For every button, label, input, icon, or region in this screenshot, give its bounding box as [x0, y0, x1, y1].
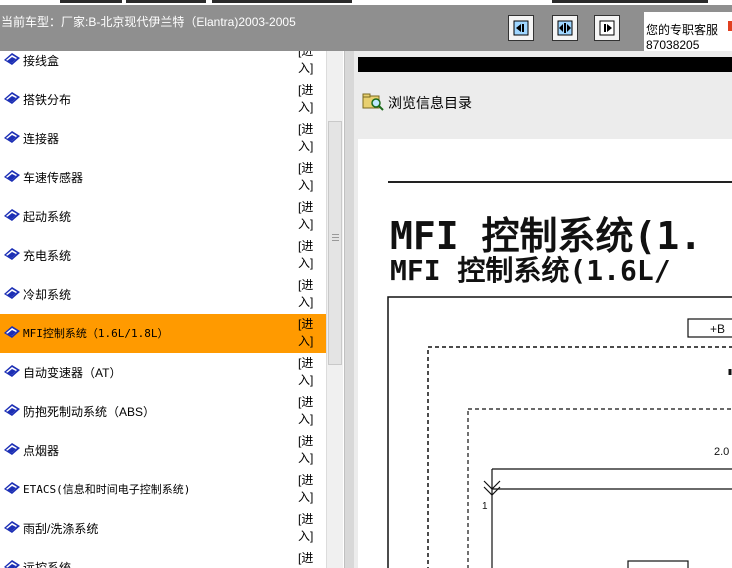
diamond-book-icon — [4, 131, 20, 143]
document-top-rule — [388, 181, 732, 183]
list-item[interactable]: ETACS(信息和时间电子控制系统) [进入] — [0, 470, 326, 509]
list-item[interactable]: MFI控制系统（1.6L/1.8L） [进入] — [0, 314, 326, 353]
list-item-label: 车速传感器 — [23, 171, 84, 185]
list-item-label: 远控系统 — [23, 561, 72, 568]
top-tab-segment — [126, 0, 206, 3]
list-item-label: 自动变速器（AT） — [23, 366, 122, 380]
enter-link[interactable]: [进入] — [298, 511, 322, 545]
enter-link[interactable]: [进入] — [298, 550, 322, 568]
diamond-book-icon — [4, 53, 20, 65]
list-item[interactable]: 起动系统 [进入] — [0, 197, 326, 236]
diamond-book-icon — [4, 248, 20, 260]
diagram-pin-label: 1 — [482, 501, 488, 512]
list-item[interactable]: 雨刮/洗涤系统 [进入] — [0, 509, 326, 548]
diamond-book-icon — [4, 170, 20, 182]
diamond-book-icon — [4, 365, 20, 377]
split-view-icon — [557, 20, 573, 36]
list-scrollbar[interactable] — [326, 51, 343, 568]
nav-left-button[interactable] — [508, 15, 534, 41]
diamond-book-icon — [4, 92, 20, 104]
enter-link[interactable]: [进入] — [298, 51, 322, 77]
list-item-label: 接线盒 — [23, 54, 60, 68]
thumb-grip — [332, 234, 339, 235]
plus-b-label: +B — [710, 322, 725, 336]
diamond-book-icon — [4, 209, 20, 221]
diagram-frame — [387, 296, 732, 568]
list-item-label: 点烟器 — [23, 444, 60, 458]
enter-link[interactable]: [进入] — [298, 238, 322, 272]
enter-link[interactable]: [进入] — [298, 160, 322, 194]
scrollbar-thumb[interactable] — [328, 121, 342, 365]
top-tab-segment — [552, 0, 708, 3]
folder-search-icon — [362, 93, 384, 111]
list-item[interactable]: 防抱死制动系统（ABS） [进入] — [0, 392, 326, 431]
list-item[interactable]: 远控系统 [进入] — [0, 548, 326, 568]
system-list-panel: 接线盒 [进入] 搭铁分布 [进入] 连接器 [进入] 车速传感器 [进入] 起动系统 [进入] 充… — [0, 51, 344, 568]
document-title-small: MFI 控制系统(1.6L/ — [390, 254, 671, 287]
enter-link[interactable]: [进入] — [298, 472, 322, 506]
list-item[interactable]: 车速传感器 [进入] — [0, 158, 326, 197]
diagram-dashed-box — [427, 346, 732, 568]
enter-link[interactable]: [进入] — [298, 82, 322, 116]
top-tab-segment — [212, 0, 352, 3]
browse-directory-label: 浏览信息目录 — [388, 95, 472, 111]
diamond-book-icon — [4, 521, 20, 533]
page-left-icon — [513, 20, 529, 36]
diagram-value-label: 2.0 — [714, 446, 729, 458]
diamond-book-icon — [4, 404, 20, 416]
list-item-label: 充电系统 — [23, 249, 72, 263]
header-bar: 当前车型：厂家:B-北京现代伊兰特（Elantra)2003-2005 您的专职… — [0, 5, 732, 56]
enter-link[interactable]: [进入] — [298, 277, 322, 311]
viewer-title-bar — [358, 57, 732, 72]
page-right-icon — [599, 20, 615, 36]
list-item-label: 冷却系统 — [23, 288, 72, 302]
enter-link[interactable]: [进入] — [298, 121, 322, 155]
enter-link[interactable]: [进入] — [298, 394, 322, 428]
enter-link[interactable]: [进入] — [298, 355, 322, 389]
diagram-component — [627, 560, 689, 568]
list-item-label: 搭铁分布 — [23, 93, 72, 107]
list-item[interactable]: 充电系统 [进入] — [0, 236, 326, 275]
list-item-label: 雨刮/洗涤系统 — [23, 522, 99, 536]
list-item-label: 连接器 — [23, 132, 60, 146]
nav-split-button[interactable] — [552, 15, 578, 41]
list-item-label: MFI控制系统（1.6L/1.8L） — [23, 327, 169, 340]
support-number: 87038205 — [646, 38, 700, 52]
list-item-label: 防抱死制动系统（ABS） — [23, 405, 156, 419]
panel-splitter[interactable] — [344, 51, 354, 568]
diamond-book-icon — [4, 287, 20, 299]
support-contact: 您的专职客服 87038205 — [644, 12, 732, 56]
enter-link[interactable]: [进入] — [298, 433, 322, 467]
current-vehicle-title: 当前车型：厂家:B-北京现代伊兰特（Elantra)2003-2005 — [1, 15, 296, 29]
diamond-book-icon — [4, 443, 20, 455]
enter-link[interactable]: [进入] — [298, 199, 322, 233]
support-accent-mark — [728, 21, 732, 31]
diamond-book-icon — [4, 560, 20, 568]
list-item-label: 起动系统 — [23, 210, 72, 224]
list-item[interactable]: 接线盒 [进入] — [0, 51, 326, 80]
support-label: 您的专职客服 — [646, 23, 719, 37]
thumb-grip — [332, 237, 339, 238]
thumb-grip — [332, 240, 339, 241]
document-viewer: 浏览信息目录 MFI 控制系统(1. MFI 控制系统(1.6L/ +B 2.0… — [354, 51, 732, 568]
enter-link[interactable]: [进入] — [298, 316, 322, 350]
top-tab-segment — [60, 0, 122, 3]
list-item[interactable]: 自动变速器（AT） [进入] — [0, 353, 326, 392]
list-item[interactable]: 连接器 [进入] — [0, 119, 326, 158]
wiring-diagram: +B 2.0 1 — [387, 296, 732, 568]
list-item[interactable]: 点烟器 [进入] — [0, 431, 326, 470]
list-item[interactable]: 搭铁分布 [进入] — [0, 80, 326, 119]
diamond-book-icon — [4, 326, 20, 338]
diamond-book-icon — [4, 482, 20, 494]
list-item[interactable]: 冷却系统 [进入] — [0, 275, 326, 314]
document-page: MFI 控制系统(1. MFI 控制系统(1.6L/ +B 2.0 1 — [358, 139, 732, 568]
list-item-label: ETACS(信息和时间电子控制系统) — [23, 483, 191, 496]
nav-right-button[interactable] — [594, 15, 620, 41]
